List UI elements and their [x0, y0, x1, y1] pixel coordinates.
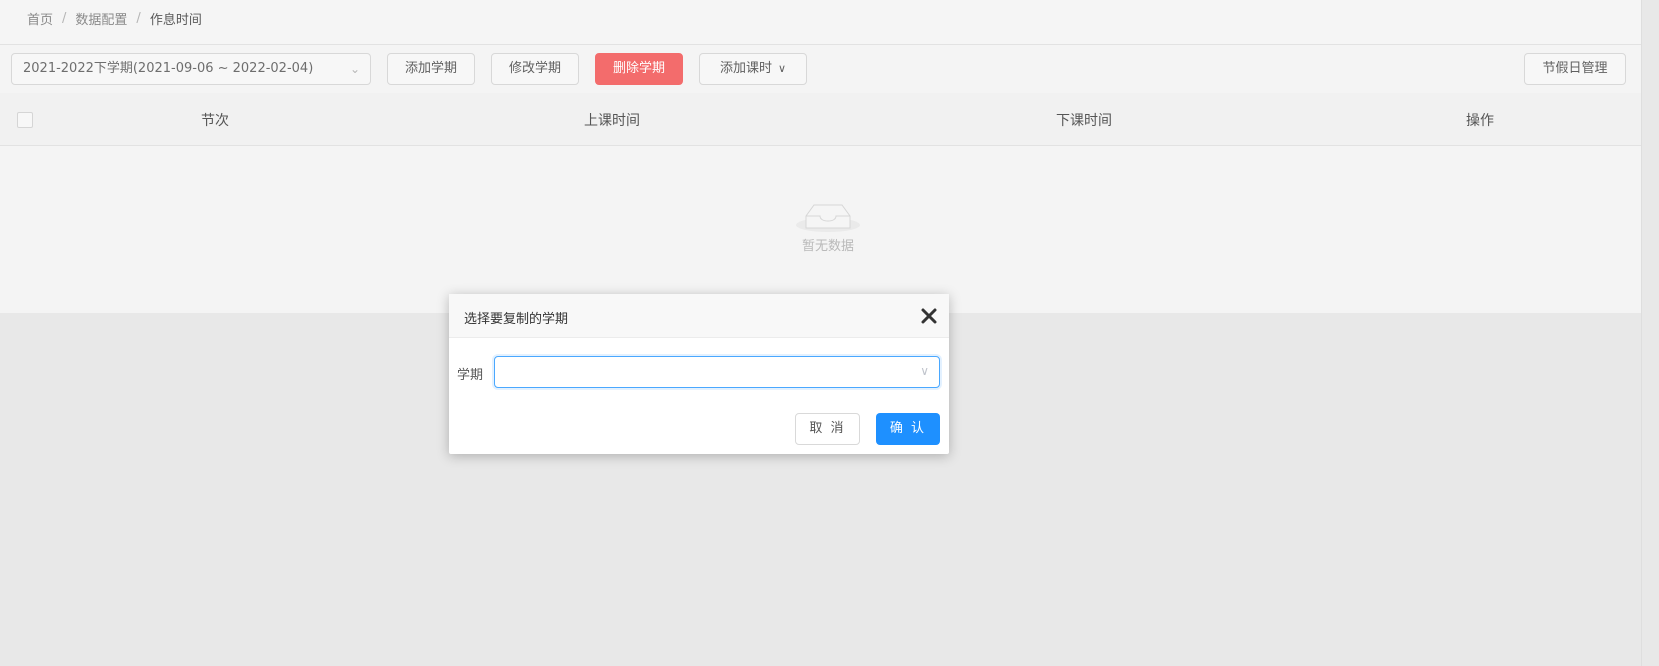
holiday-management-button[interactable]: 节假日管理 [1524, 53, 1626, 85]
app-root: 首页 / 数据配置 / 作息时间 2021-2022下学期(2021-09-06… [0, 0, 1659, 666]
table-header: 节次 上课时间 下课时间 操作 [0, 93, 1641, 146]
term-form-row: 学期 ∨ [449, 356, 949, 388]
column-header-period: 节次 [201, 113, 229, 129]
add-period-dropdown-button[interactable]: 添加课时 ∨ [699, 53, 807, 85]
delete-term-button[interactable]: 删除学期 [595, 53, 683, 85]
breadcrumb-data-config[interactable]: 数据配置 [75, 9, 127, 28]
confirm-button[interactable]: 确 认 [876, 413, 940, 445]
column-header-start-time: 上课时间 [584, 113, 640, 129]
dialog-title: 选择要复制的学期 [464, 312, 569, 327]
breadcrumb-home[interactable]: 首页 [27, 9, 53, 28]
empty-inbox-icon [796, 204, 860, 232]
copy-term-dialog: 选择要复制的学期 学期 ∨ 取 消 确 认 [449, 294, 949, 454]
page-scrollbar[interactable] [1641, 0, 1659, 666]
add-period-label: 添加课时 [719, 61, 772, 76]
empty-state: 暂无数据 [780, 192, 876, 254]
cancel-button[interactable]: 取 消 [795, 413, 860, 445]
edit-term-button[interactable]: 修改学期 [491, 53, 579, 85]
dialog-header: 选择要复制的学期 [449, 294, 949, 338]
add-term-button[interactable]: 添加学期 [387, 53, 475, 85]
term-field-label: 学期 [457, 368, 484, 383]
breadcrumb-separator: / [136, 11, 141, 26]
chevron-down-icon: ∨ [920, 364, 929, 378]
column-header-end-time: 下课时间 [1056, 113, 1112, 129]
breadcrumb-bar: 首页 / 数据配置 / 作息时间 [0, 0, 1641, 45]
select-all-checkbox[interactable] [17, 112, 33, 128]
breadcrumb: 首页 / 数据配置 / 作息时间 [27, 9, 202, 28]
dialog-term-select[interactable]: ∨ [494, 356, 940, 388]
column-header-actions: 操作 [1466, 113, 1494, 129]
breadcrumb-current: 作息时间 [149, 13, 202, 28]
chevron-down-icon: ⌄ [349, 62, 360, 76]
term-select[interactable]: 2021-2022下学期(2021-09-06 ~ 2022-02-04) ⌄ [11, 53, 371, 85]
toolbar: 2021-2022下学期(2021-09-06 ~ 2022-02-04) ⌄ … [0, 53, 1641, 87]
close-icon[interactable] [919, 306, 939, 326]
page-content: 首页 / 数据配置 / 作息时间 2021-2022下学期(2021-09-06… [0, 0, 1641, 313]
empty-text: 暂无数据 [801, 239, 854, 254]
term-select-value: 2021-2022下学期(2021-09-06 ~ 2022-02-04) [23, 61, 314, 76]
chevron-down-icon: ∨ [777, 62, 787, 75]
breadcrumb-separator: / [62, 11, 67, 26]
